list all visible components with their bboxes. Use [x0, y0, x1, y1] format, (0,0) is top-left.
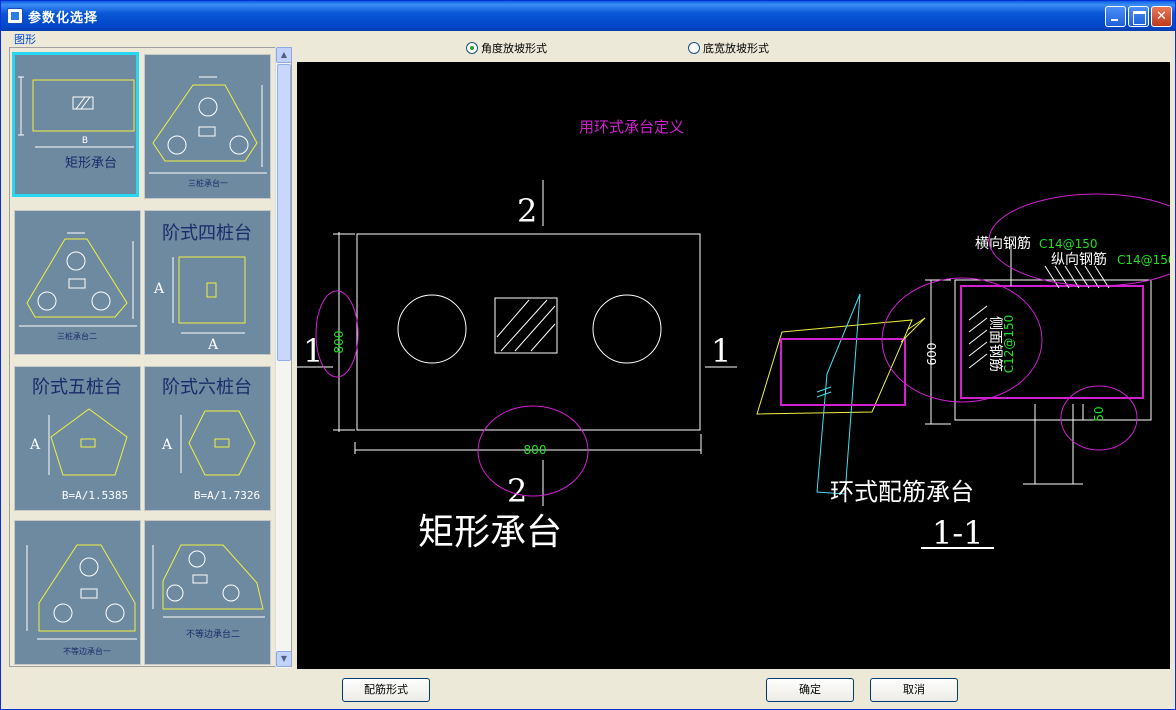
dialog-window: 参数化选择 ✕ 图形 B 矩形承台 三桩承台一 三桩承台二 阶式四桩台 A A …	[0, 0, 1176, 710]
three-pile-1-preview: 三桩承台一	[149, 76, 267, 188]
slope-mode-bar: 角度放坡形式 底宽放坡形式	[296, 33, 1172, 59]
shape-list-scrollbar[interactable]: ▲ ▼	[275, 47, 292, 668]
three-pile-2-label: 三桩承台二	[57, 331, 97, 341]
step-six-pile-formula: B=A/1.7326	[194, 489, 260, 502]
close-icon: ✕	[1156, 9, 1167, 24]
chevron-up-icon: ▲	[280, 50, 288, 59]
step-four-pile-preview: 阶式四桩台 A A	[153, 223, 252, 353]
minimize-button[interactable]	[1105, 6, 1126, 27]
step-six-pile-label: 阶式六桩台	[162, 377, 252, 398]
rebar-transverse-label: 横向钢筋	[975, 235, 1031, 252]
uneven-cap-1-label: 不等边承台一	[63, 646, 111, 656]
shape-group-label: 图形	[13, 31, 37, 47]
uneven-cap-2-preview: 不等边承台二	[152, 544, 265, 640]
radio-bottom-width-slope-label: 底宽放坡形式	[703, 42, 769, 55]
shape-thumb-three-pile-1[interactable]: 三桩承台一	[144, 54, 271, 199]
step-four-pile-label: 阶式四桩台	[162, 223, 252, 244]
shape-thumb-uneven-cap-2[interactable]: 不等边承台二	[144, 520, 271, 665]
shape-thumb-step-four-pile[interactable]: 阶式四桩台 A A	[144, 210, 271, 355]
plan-label: 矩形承台	[418, 512, 562, 553]
step-five-pile-dim: A	[29, 437, 41, 453]
step-four-pile-dim-bottom: A	[207, 337, 219, 353]
cut-mark-2-bottom: 2	[507, 472, 527, 510]
radio-unchecked-icon	[688, 42, 700, 54]
rebar-side-value: C12@150	[1002, 315, 1016, 374]
close-button[interactable]: ✕	[1151, 6, 1172, 27]
rebar-longitudinal-value: C14@150	[1117, 253, 1170, 267]
plan-width-dim: 800	[524, 443, 547, 457]
cut-mark-1-right: 1	[711, 332, 731, 370]
three-pile-1-label: 三桩承台一	[188, 178, 228, 188]
cut-mark-1-left: 1	[303, 332, 323, 370]
cad-note: 用环式承台定义	[579, 118, 684, 136]
radio-angle-slope-label: 角度放坡形式	[481, 42, 547, 55]
cad-drawing: 用环式承台定义 2 2 1 1 800 800 矩形承台 600 50 横向钢筋…	[297, 118, 1170, 553]
section-height-dim: 600	[925, 343, 939, 366]
shape-list-panel: B 矩形承台 三桩承台一 三桩承台二 阶式四桩台 A A 阶式五桩台 A B=A…	[9, 47, 292, 667]
rect-cap-label: 矩形承台	[65, 156, 117, 171]
cad-preview-canvas: 用环式承台定义 2 2 1 1 800 800 矩形承台 600 50 横向钢筋…	[297, 62, 1170, 669]
three-pile-2-preview: 三桩承台二	[19, 232, 137, 341]
shape-thumb-rect-cap[interactable]: B 矩形承台	[12, 52, 139, 197]
title-bar[interactable]: 参数化选择 ✕	[1, 1, 1175, 31]
window-title: 参数化选择	[28, 11, 99, 26]
radio-bottom-width-slope[interactable]: 底宽放坡形式	[688, 40, 769, 56]
scroll-thumb[interactable]	[277, 64, 291, 361]
rebar-form-button[interactable]: 配筋形式	[342, 678, 430, 702]
rebar-longitudinal-label: 纵向钢筋	[1051, 251, 1107, 268]
rect-cap-preview: B 矩形承台	[18, 76, 135, 171]
ok-button[interactable]: 确定	[766, 678, 854, 702]
cut-mark-2-top: 2	[517, 192, 537, 230]
step-five-pile-formula: B=A/1.5385	[62, 489, 128, 502]
step-four-pile-dim-left: A	[153, 281, 165, 297]
shape-thumb-step-six-pile[interactable]: 阶式六桩台 A B=A/1.7326	[144, 366, 271, 511]
radio-angle-slope[interactable]: 角度放坡形式	[466, 40, 547, 56]
radio-checked-icon	[466, 42, 478, 54]
step-five-pile-preview: 阶式五桩台 A B=A/1.5385	[29, 377, 128, 502]
maximize-icon	[1129, 7, 1148, 26]
section-cover-dim: 50	[1092, 406, 1106, 421]
shape-thumb-uneven-cap-1[interactable]: 不等边承台一	[14, 520, 141, 665]
rect-cap-dim: B	[82, 136, 88, 146]
scroll-down-button[interactable]: ▼	[276, 651, 292, 667]
section-title: 环式配筋承台	[830, 478, 974, 506]
plan-height-dim: 800	[332, 331, 346, 354]
step-six-pile-dim: A	[161, 437, 173, 453]
minimize-icon	[1106, 7, 1125, 26]
step-five-pile-label: 阶式五桩台	[32, 377, 122, 398]
uneven-cap-2-label: 不等边承台二	[186, 628, 240, 640]
shape-thumb-three-pile-2[interactable]: 三桩承台二	[14, 210, 141, 355]
rebar-transverse-value: C14@150	[1039, 237, 1098, 251]
cancel-button[interactable]: 取消	[870, 678, 958, 702]
shape-thumb-step-five-pile[interactable]: 阶式五桩台 A B=A/1.5385	[14, 366, 141, 511]
uneven-cap-1-preview: 不等边承台一	[26, 544, 137, 656]
maximize-button[interactable]	[1128, 6, 1149, 27]
app-icon	[7, 8, 23, 24]
scroll-up-button[interactable]: ▲	[276, 47, 292, 63]
chevron-down-icon: ▼	[280, 654, 288, 663]
step-six-pile-preview: 阶式六桩台 A B=A/1.7326	[161, 377, 260, 502]
section-mark: 1-1	[932, 514, 984, 552]
